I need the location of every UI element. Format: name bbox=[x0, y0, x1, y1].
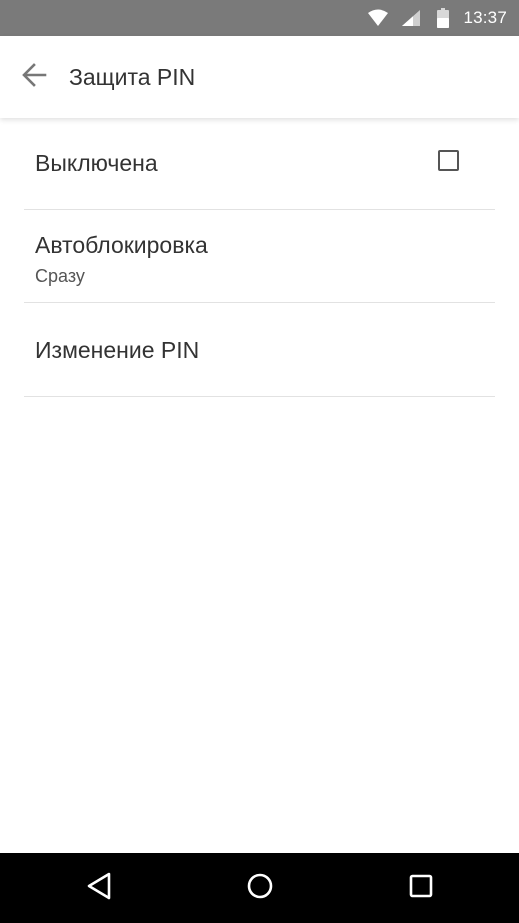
nav-recents-icon bbox=[409, 874, 433, 903]
arrow-back-icon bbox=[21, 62, 47, 93]
nav-back-icon bbox=[86, 872, 112, 905]
setting-change-pin[interactable]: Изменение PIN bbox=[24, 303, 495, 397]
setting-pin-disabled[interactable]: Выключена bbox=[24, 118, 495, 210]
nav-home-button[interactable] bbox=[240, 868, 280, 908]
setting-label: Изменение PIN bbox=[35, 337, 200, 363]
app-bar: Защита PIN bbox=[0, 36, 519, 118]
cell-signal-icon bbox=[401, 9, 421, 27]
back-button[interactable] bbox=[14, 57, 54, 97]
status-icons: 13:37 bbox=[367, 0, 507, 36]
status-bar: 13:37 bbox=[0, 0, 519, 36]
screen: 13:37 Защита PIN Выключена Автоблокировк… bbox=[0, 0, 519, 923]
setting-autolock[interactable]: Автоблокировка Сразу bbox=[24, 210, 495, 303]
wifi-icon bbox=[367, 9, 389, 27]
status-time: 13:37 bbox=[463, 8, 507, 27]
nav-recents-button[interactable] bbox=[401, 868, 441, 908]
pin-disabled-checkbox[interactable] bbox=[438, 150, 459, 171]
nav-home-icon bbox=[246, 872, 274, 905]
settings-list: Выключена Автоблокировка Сразу Изменение… bbox=[0, 118, 519, 397]
navigation-bar bbox=[0, 853, 519, 923]
setting-label: Автоблокировка bbox=[35, 232, 208, 258]
setting-summary: Сразу bbox=[35, 266, 85, 286]
nav-back-button[interactable] bbox=[79, 868, 119, 908]
battery-icon bbox=[437, 8, 450, 28]
page-title: Защита PIN bbox=[69, 64, 196, 90]
setting-label: Выключена bbox=[35, 150, 158, 176]
